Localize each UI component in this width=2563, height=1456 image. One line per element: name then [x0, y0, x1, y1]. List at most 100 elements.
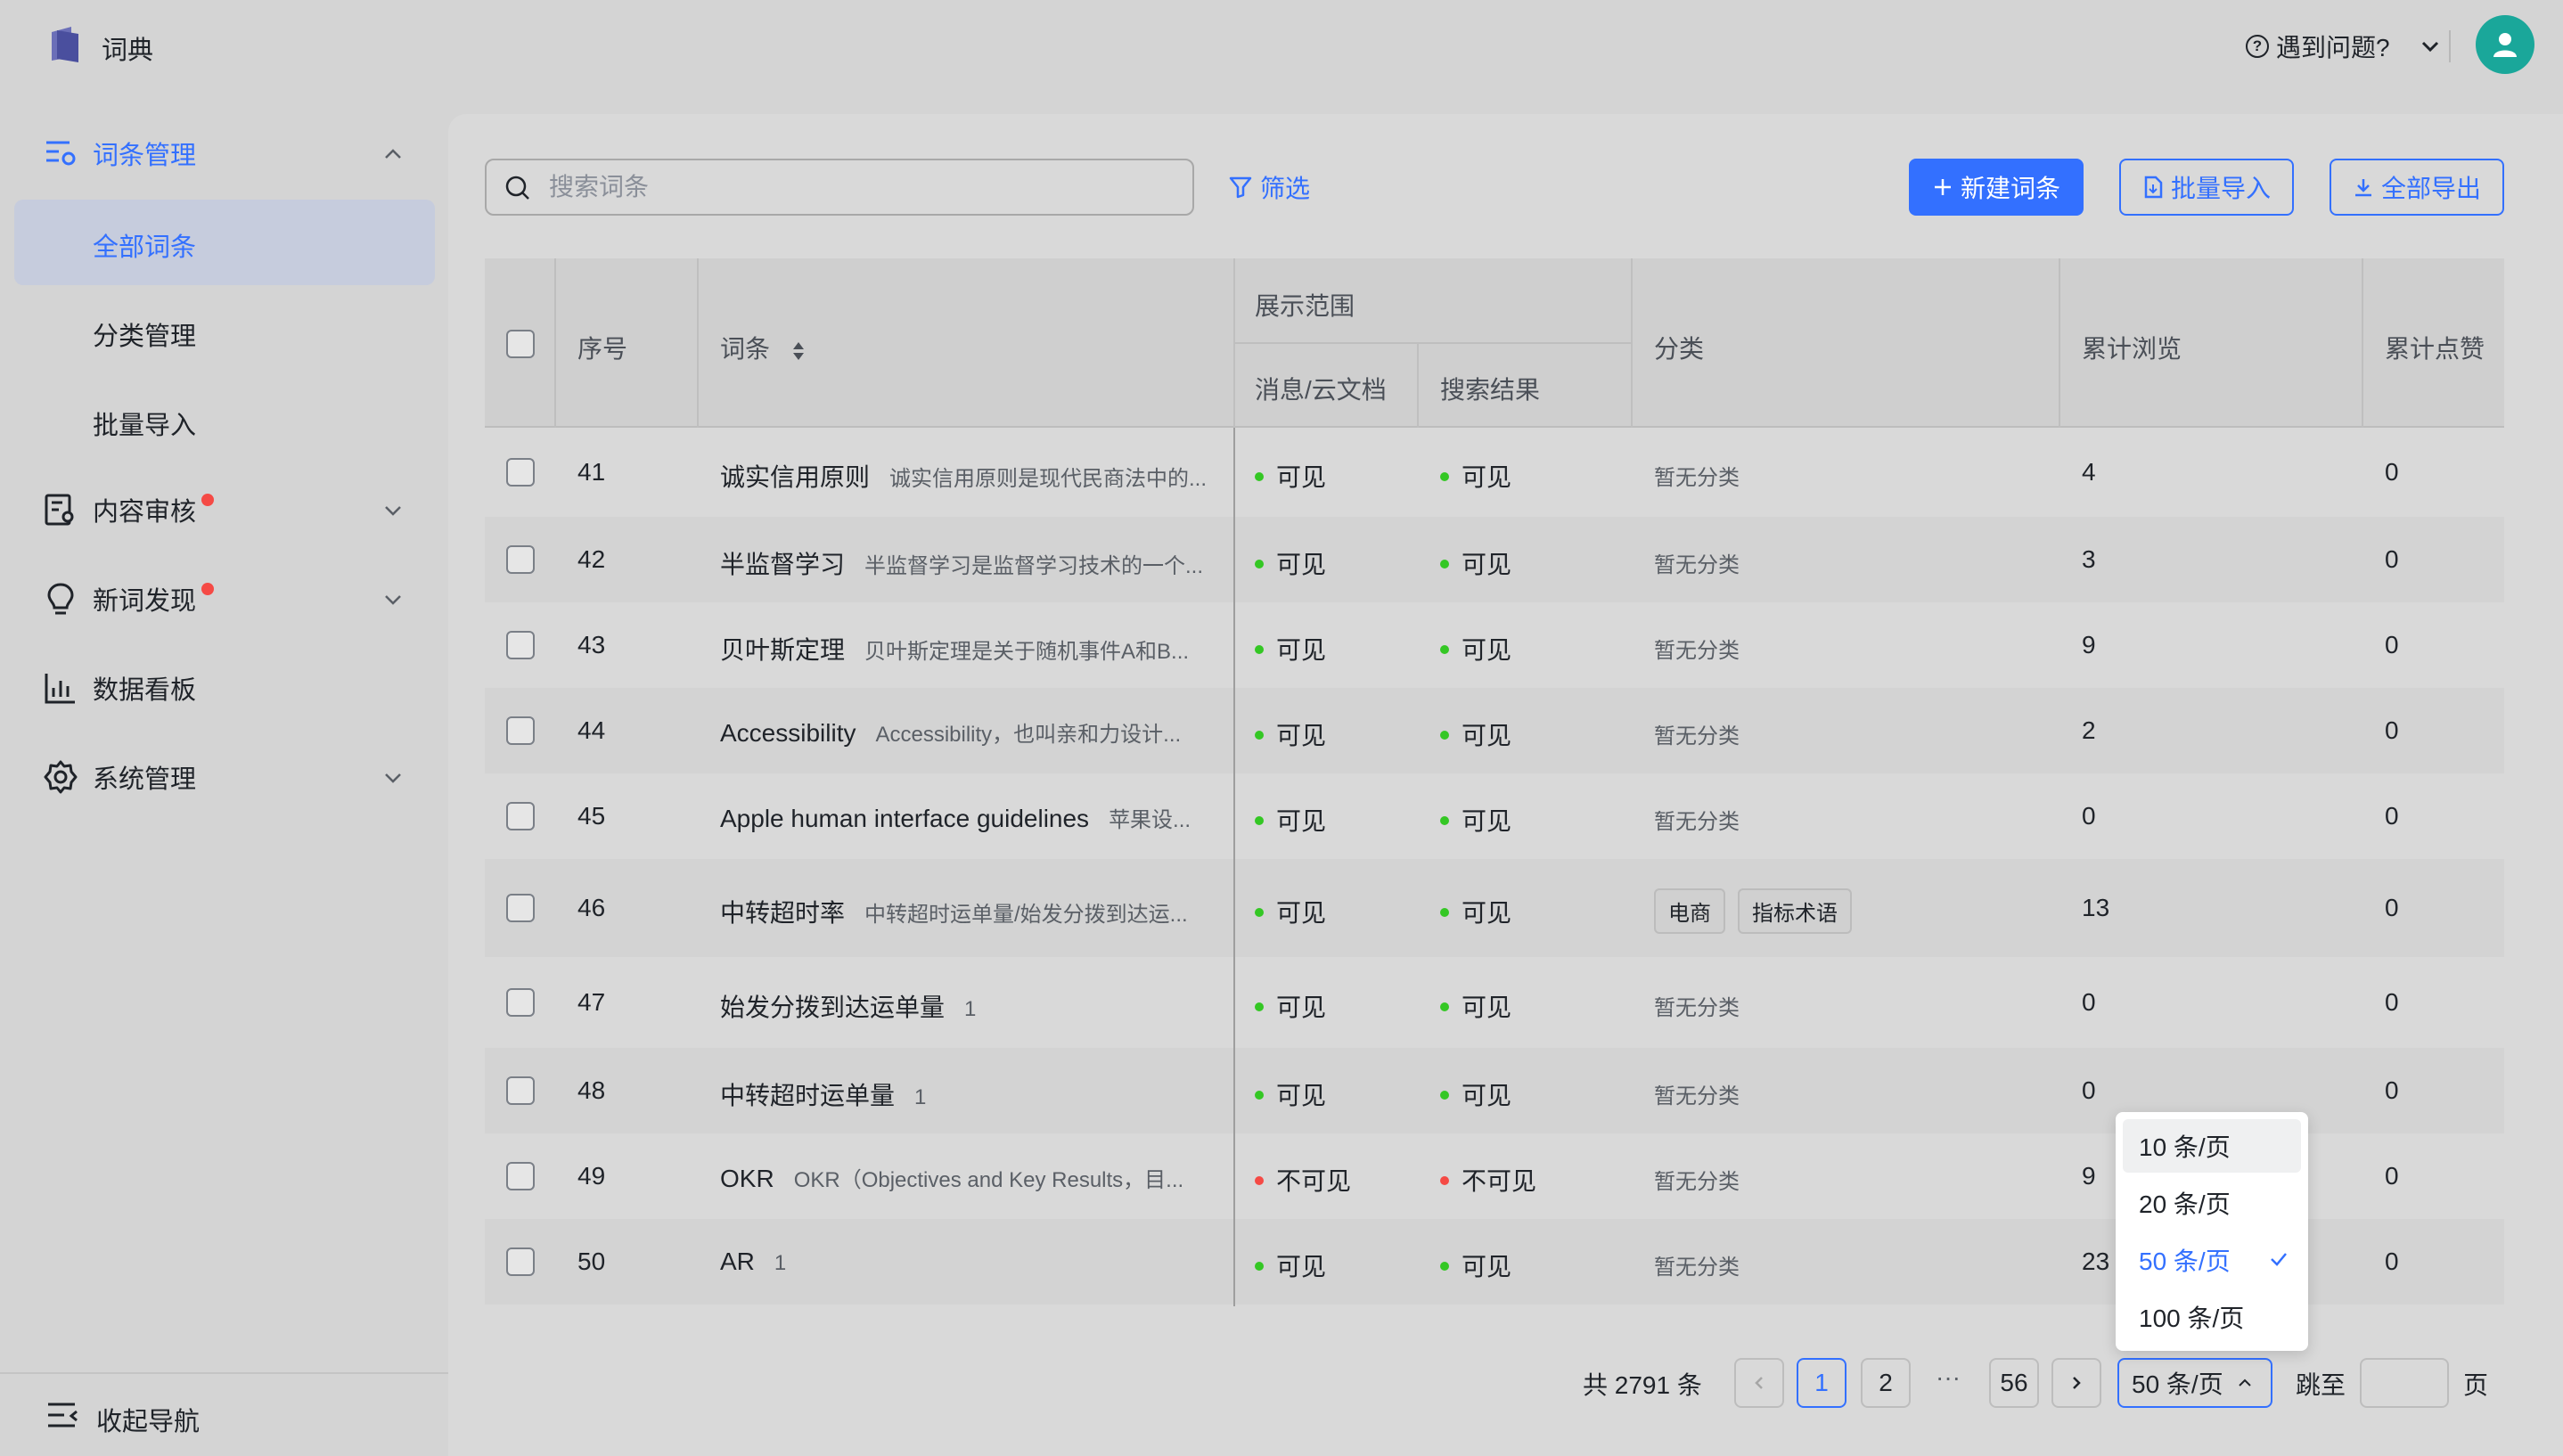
collapse-nav-icon [48, 1403, 78, 1427]
row-checkbox[interactable] [506, 716, 535, 745]
sidebar-item-category-management[interactable]: 分类管理 [14, 289, 435, 374]
table-row[interactable]: 47 始发分拨到达运单量 1 可见 可见 暂无分类 0 0 [485, 957, 2504, 1048]
batch-import-button[interactable]: 批量导入 [2119, 159, 2294, 216]
row-views: 9 [2082, 1162, 2096, 1190]
row-likes: 0 [2385, 802, 2399, 830]
row-checkbox[interactable] [506, 1076, 535, 1105]
row-views: 4 [2082, 458, 2096, 486]
collapse-nav-button[interactable]: 收起导航 [0, 1372, 448, 1456]
table-row[interactable]: 41 诚实信用原则 诚实信用原则是现代民商法中的... 可见 可见 暂无分类 4 0 [485, 428, 2504, 517]
page-number: 1 [1814, 1369, 1829, 1396]
goto-page-input[interactable] [2360, 1358, 2449, 1408]
page-size-option[interactable]: 50 条/页 [2123, 1233, 2301, 1287]
row-checkbox[interactable] [506, 894, 535, 922]
nav-terms-management[interactable]: 词条管理 [0, 110, 448, 196]
row-views: 13 [2082, 894, 2110, 921]
page-button-1[interactable]: 1 [1797, 1358, 1847, 1408]
sidebar: 词条管理 全部词条 分类管理 批量导入 内容审核 新词发现 数据看板 系统管理 [0, 93, 448, 1456]
option-label: 50 条/页 [2139, 1247, 2231, 1275]
table-row[interactable]: 46 中转超时率 中转超时运单量/始发分拨到达运... 可见 可见 电商 指标术语 13 0 [485, 859, 2504, 957]
filter-label: 筛选 [1260, 175, 1311, 202]
row-likes: 0 [2385, 545, 2399, 573]
row-category: 电商 指标术语 [1654, 888, 1864, 934]
filter-button[interactable]: 筛选 [1228, 169, 1310, 205]
row-term[interactable]: 中转超时运单量 1 [720, 1076, 926, 1112]
search-input[interactable] [549, 169, 1173, 205]
row-checkbox[interactable] [506, 458, 535, 487]
table-row[interactable]: 45 Apple human interface guidelines 苹果设...… [485, 773, 2504, 859]
row-term[interactable]: 半监督学习 半监督学习是监督学习技术的一个... [720, 545, 1203, 581]
term-name: 半监督学习 [720, 551, 846, 578]
status-dot [1255, 471, 1264, 481]
user-avatar[interactable] [2476, 15, 2534, 74]
list-settings-icon [46, 141, 76, 166]
status-dot [1440, 644, 1449, 654]
page-size-option[interactable]: 100 条/页 [2123, 1290, 2301, 1344]
row-index: 41 [577, 458, 606, 486]
row-index: 49 [577, 1162, 606, 1190]
chevron-down-icon [2421, 41, 2438, 53]
category-empty: 暂无分类 [1654, 810, 1740, 834]
row-likes: 0 [2385, 988, 2399, 1016]
row-views: 0 [2082, 988, 2096, 1016]
row-views: 2 [2082, 716, 2096, 744]
row-term[interactable]: AR 1 [720, 1247, 786, 1276]
row-checkbox[interactable] [506, 802, 535, 830]
option-label: 100 条/页 [2139, 1305, 2245, 1332]
notification-dot [201, 494, 214, 506]
table-row[interactable]: 42 半监督学习 半监督学习是监督学习技术的一个... 可见 可见 暂无分类 3 0 [485, 517, 2504, 602]
row-term[interactable]: 中转超时率 中转超时运单量/始发分拨到达运... [720, 894, 1188, 929]
sub-item-label: 批量导入 [93, 412, 197, 440]
new-term-button[interactable]: 新建词条 [1909, 159, 2084, 216]
question-icon: ? [2246, 35, 2269, 58]
row-term[interactable]: Accessibility Accessibility，也叫亲和力设计... [720, 716, 1181, 748]
row-term[interactable]: 贝叶斯定理 贝叶斯定理是关于随机事件A和B... [720, 631, 1189, 667]
term-description: 诚实信用原则是现代民商法中的... [889, 467, 1208, 491]
page-size-option[interactable]: 10 条/页 [2123, 1119, 2301, 1173]
col-category-header: 分类 [1654, 335, 1705, 363]
status-dot [1255, 1261, 1264, 1271]
row-term[interactable]: 诚实信用原则 诚实信用原则是现代民商法中的... [720, 458, 1207, 494]
gear-icon [44, 760, 78, 794]
row-checkbox[interactable] [506, 545, 535, 574]
row-checkbox[interactable] [506, 631, 535, 659]
row-category: 暂无分类 [1654, 1078, 1740, 1109]
select-all-checkbox[interactable] [506, 330, 535, 358]
row-checkbox[interactable] [506, 1162, 535, 1190]
search-box[interactable] [485, 159, 1194, 216]
pagination-ellipsis[interactable]: ··· [1936, 1363, 1961, 1392]
term-name: OKR [720, 1165, 774, 1192]
batch-import-label: 批量导入 [2170, 175, 2271, 202]
next-page-button[interactable] [2051, 1358, 2101, 1408]
status-dot [1255, 730, 1264, 740]
row-term[interactable]: 始发分拨到达运单量 1 [720, 988, 976, 1024]
page-size-value: 50 条/页 [2132, 1370, 2223, 1398]
col-term-header[interactable]: 词条 [720, 330, 807, 365]
col-divider [2362, 258, 2363, 428]
nav-data-dashboard[interactable]: 数据看板 [0, 645, 448, 731]
page-button-2[interactable]: 2 [1861, 1358, 1911, 1408]
row-term[interactable]: Apple human interface guidelines 苹果设... [720, 802, 1191, 833]
scope-msg-status: 可见 [1255, 1247, 1326, 1283]
row-term[interactable]: OKR OKR（Objectives and Key Results，目... [720, 1162, 1183, 1193]
export-all-button[interactable]: 全部导出 [2330, 159, 2504, 216]
nav-system-management[interactable]: 系统管理 [0, 734, 448, 820]
table-row[interactable]: 44 Accessibility Accessibility，也叫亲和力设计... 可… [485, 688, 2504, 773]
status-dot [1440, 907, 1449, 917]
sidebar-item-all-terms[interactable]: 全部词条 [14, 200, 435, 285]
row-checkbox[interactable] [506, 988, 535, 1017]
status-text: 可见 [1276, 1253, 1327, 1280]
prev-page-button[interactable] [1734, 1358, 1784, 1408]
page-button-56[interactable]: 56 [1989, 1358, 2039, 1408]
status-text: 可见 [1462, 899, 1512, 927]
table-row[interactable]: 43 贝叶斯定理 贝叶斯定理是关于随机事件A和B... 可见 可见 暂无分类 9 0 [485, 602, 2504, 688]
page-size-select[interactable]: 50 条/页 [2117, 1358, 2272, 1408]
nav-new-word-discovery[interactable]: 新词发现 [0, 556, 448, 642]
help-menu[interactable]: ? 遇到问题? [2246, 29, 2442, 64]
row-checkbox[interactable] [506, 1247, 535, 1276]
nav-content-audit[interactable]: 内容审核 [0, 467, 448, 552]
sidebar-item-batch-import[interactable]: 批量导入 [14, 378, 435, 463]
page-size-option[interactable]: 20 条/页 [2123, 1176, 2301, 1230]
chevron-down-icon [385, 773, 401, 783]
term-name: Apple human interface guidelines [720, 805, 1090, 832]
